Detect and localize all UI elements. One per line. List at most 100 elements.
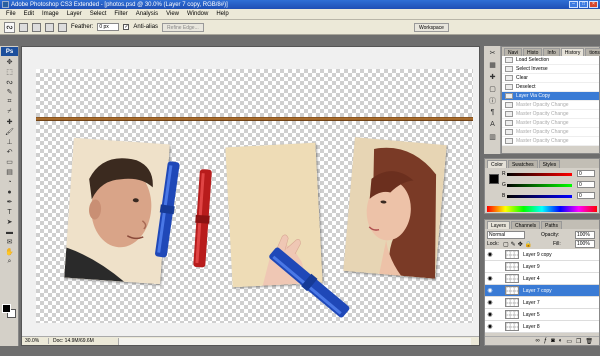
eyedropper-tool-icon[interactable]: ⌿ <box>1 107 18 117</box>
history-item[interactable]: Master Opacity Change <box>502 119 599 128</box>
doc-size-info[interactable]: Doc: 14.9M/69.6M <box>48 338 118 344</box>
new-selection-button[interactable] <box>19 22 28 32</box>
canvas[interactable] <box>36 69 473 323</box>
maximize-button[interactable]: □ <box>579 1 588 8</box>
gradient-tool-icon[interactable]: ▤ <box>1 167 18 177</box>
menu-layer[interactable]: Layer <box>63 11 86 17</box>
tab-channels[interactable]: Channels <box>511 221 541 229</box>
lock-icons[interactable]: ▢✎✥🔒 <box>503 241 534 248</box>
link-layers-icon[interactable]: ∞ <box>535 338 539 344</box>
layer-row[interactable]: ◉ Layer 4 <box>485 273 599 285</box>
history-item[interactable]: Master Opacity Change <box>502 128 599 137</box>
layer-mask-icon[interactable]: ◙ <box>551 338 555 344</box>
history-item[interactable]: Master Opacity Change <box>502 101 599 110</box>
layer-row[interactable]: ◉ Layer 8 <box>485 321 599 333</box>
crop-tool-icon[interactable]: ⌗ <box>1 97 18 107</box>
clone-source-icon[interactable]: ✚ <box>485 71 500 82</box>
visibility-eye-icon[interactable]: ◉ <box>485 311 495 318</box>
tab-histogram[interactable]: Histo <box>523 48 543 56</box>
menu-analysis[interactable]: Analysis <box>132 11 162 17</box>
history-item-selected[interactable]: Layer Via Copy <box>502 92 599 101</box>
history-item[interactable]: Load Selection <box>502 56 599 65</box>
menu-help[interactable]: Help <box>212 11 232 17</box>
menu-edit[interactable]: Edit <box>20 11 38 17</box>
menu-select[interactable]: Select <box>86 11 111 17</box>
menu-filter[interactable]: Filter <box>110 11 131 17</box>
tab-layers[interactable]: Layers <box>487 221 511 229</box>
history-brush-tool-icon[interactable]: ↶ <box>1 147 18 157</box>
dodge-tool-icon[interactable]: ● <box>1 187 18 197</box>
tab-swatches[interactable]: Swatches <box>507 160 538 168</box>
tab-history[interactable]: History <box>560 48 585 56</box>
layer-style-icon[interactable]: ƒ <box>544 338 547 344</box>
foreground-color-swatch[interactable] <box>2 304 11 313</box>
visibility-eye-icon[interactable]: ◉ <box>485 251 495 258</box>
info-icon[interactable]: ⓘ <box>485 95 500 106</box>
visibility-eye-icon[interactable]: ◉ <box>485 299 495 306</box>
antialias-checkbox[interactable]: ✓ <box>123 24 130 30</box>
delete-layer-icon[interactable]: 🗑 <box>585 338 593 345</box>
history-item[interactable]: Clear <box>502 74 599 83</box>
paragraph-icon[interactable]: ¶ <box>485 107 500 118</box>
character-icon[interactable]: A <box>485 119 500 130</box>
hand-tool-icon[interactable]: ✋ <box>1 247 18 257</box>
tab-styles[interactable]: Styles <box>538 160 561 168</box>
layer-row[interactable]: Layer 9 <box>485 261 599 273</box>
menu-view[interactable]: View <box>162 11 183 17</box>
new-group-icon[interactable]: ▭ <box>566 338 572 345</box>
menu-file[interactable]: File <box>2 11 20 17</box>
visibility-eye-icon[interactable]: ◉ <box>485 323 495 330</box>
brush-tool-icon[interactable]: 🖌 <box>1 127 18 137</box>
blur-tool-icon[interactable]: ◔ <box>1 177 18 187</box>
visibility-eye-icon[interactable]: ◉ <box>485 287 495 294</box>
subtract-selection-button[interactable] <box>45 22 54 32</box>
blue-slider[interactable] <box>507 195 572 198</box>
green-value[interactable]: 0 <box>577 181 595 188</box>
workspace-button[interactable]: Workspace <box>414 23 449 32</box>
close-button[interactable]: × <box>589 1 598 8</box>
history-item[interactable]: Master Opacity Change <box>502 137 599 146</box>
tab-actions[interactable]: tions <box>585 48 600 56</box>
tab-info[interactable]: Info <box>543 48 560 56</box>
opacity-input[interactable]: 100% <box>575 231 595 239</box>
minimize-button[interactable]: – <box>569 1 578 8</box>
layer-row[interactable]: ◉ Layer 5 <box>485 309 599 321</box>
intersect-selection-button[interactable] <box>58 22 67 32</box>
green-slider[interactable] <box>507 184 572 187</box>
move-tool-icon[interactable]: ✥ <box>1 57 18 67</box>
color-panel-foreground-swatch[interactable] <box>489 174 499 184</box>
history-item[interactable]: Select Inverse <box>502 65 599 74</box>
clone-stamp-tool-icon[interactable]: ⊥ <box>1 137 18 147</box>
new-layer-icon[interactable]: ❐ <box>576 338 581 345</box>
tool-presets-icon[interactable]: ✂ <box>485 47 500 58</box>
notes-tool-icon[interactable]: ✉ <box>1 237 18 247</box>
lasso-tool-preset-icon[interactable]: ᔓ <box>4 21 15 33</box>
quick-selection-tool-icon[interactable]: ✎ <box>1 87 18 97</box>
color-spectrum-bar[interactable] <box>487 206 597 212</box>
tab-navigator[interactable]: Navi <box>504 48 523 56</box>
history-item[interactable]: Master Opacity Change <box>502 110 599 119</box>
red-slider[interactable] <box>507 173 572 176</box>
visibility-eye-icon[interactable]: ◉ <box>485 275 495 282</box>
fill-input[interactable]: 100% <box>575 240 595 248</box>
layer-row-selected[interactable]: ◉ Layer 7 copy <box>485 285 599 297</box>
red-value[interactable]: 0 <box>577 170 595 177</box>
blend-mode-select[interactable]: Normal <box>487 231 525 239</box>
layer-row[interactable]: ◉ Layer 9 copy <box>485 249 599 261</box>
path-selection-tool-icon[interactable]: ➤ <box>1 217 18 227</box>
brushes-icon[interactable]: ▦ <box>485 59 500 70</box>
zoom-tool-icon[interactable]: ⌕ <box>1 257 18 267</box>
layer-comps-icon[interactable]: ▢ <box>485 83 500 94</box>
horizontal-scrollbar[interactable] <box>118 337 471 345</box>
blue-value[interactable]: 0 <box>577 192 595 199</box>
shape-tool-icon[interactable]: ▬ <box>1 227 18 237</box>
healing-brush-tool-icon[interactable]: ✚ <box>1 117 18 127</box>
feather-input[interactable]: 0 px <box>97 23 120 31</box>
histogram-icon[interactable]: ▥ <box>485 131 500 142</box>
menu-image[interactable]: Image <box>38 11 63 17</box>
lasso-tool-icon[interactable]: ᔓ <box>1 77 18 87</box>
tab-color[interactable]: Color <box>487 160 507 168</box>
eraser-tool-icon[interactable]: ▭ <box>1 157 18 167</box>
adjustment-layer-icon[interactable]: ◐ <box>559 338 563 344</box>
pen-tool-icon[interactable]: ✒ <box>1 197 18 207</box>
